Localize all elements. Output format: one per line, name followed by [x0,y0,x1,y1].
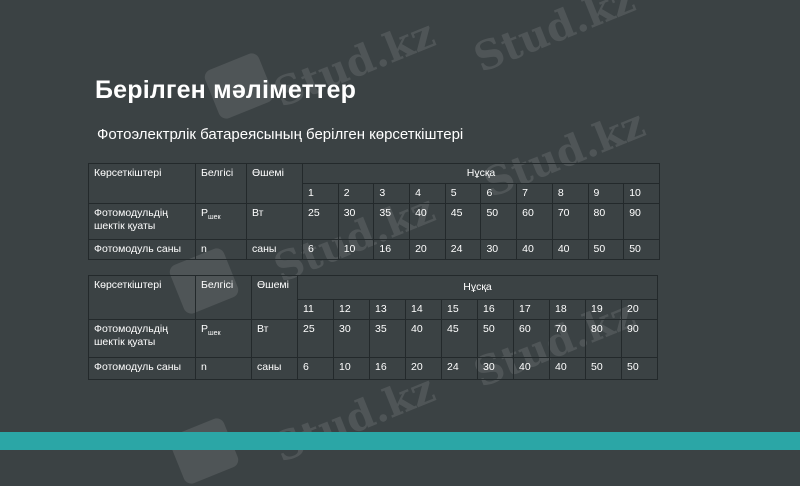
table-cell: 16 [373,239,411,260]
table-cell: 24 [441,357,478,380]
row-unit: саны [246,239,303,260]
variant-number: 16 [477,299,514,320]
table-cell: 50 [621,357,658,380]
variant-number: 11 [297,299,334,320]
row-unit: Вт [251,319,298,358]
variant-number: 8 [551,183,589,204]
table-cell: 10 [333,357,370,380]
watermark: Stud.kz [467,0,642,82]
variant-number: 2 [337,183,375,204]
table-cell: 50 [480,203,518,240]
table-cell: 70 [551,203,589,240]
header-indicator: Көрсеткіштері [88,163,196,204]
watermark-logo-icon [167,416,241,486]
table-cell: 90 [621,319,658,358]
variant-number: 3 [373,183,411,204]
variant-number: 9 [587,183,625,204]
watermark: Stud.kz [267,365,442,472]
variant-number: 1 [302,183,339,204]
variant-number: 18 [549,299,586,320]
table-cell: 60 [513,319,550,358]
table-cell: 45 [441,319,478,358]
data-table-1: Көрсеткіштері Белгісі Өшемі Нұсқа 1 2 3 … [88,163,660,260]
variant-number: 5 [444,183,482,204]
table-cell: 50 [623,239,660,260]
table-cell: 90 [623,203,660,240]
row-label: Фотомодульдің шектік қуаты [88,203,196,240]
row-symbol: Pшек [195,319,252,358]
table-cell: 40 [409,203,446,240]
header-unit: Өшемі [246,163,303,204]
variant-number: 6 [480,183,518,204]
table-cell: 6 [297,357,334,380]
header-indicator: Көрсеткіштері [88,275,196,320]
variant-number: 10 [623,183,660,204]
variant-number: 13 [369,299,406,320]
header-variant: Нұсқа [297,275,658,300]
header-unit: Өшемі [251,275,298,320]
variant-number: 20 [621,299,658,320]
table-cell: 40 [549,357,586,380]
header-symbol: Белгісі [195,163,247,204]
page-subtitle: Фотоэлектрлік батареясының берілген көрс… [97,126,464,143]
variant-number: 4 [409,183,446,204]
table-cell: 45 [444,203,482,240]
table-cell: 50 [477,319,514,358]
row-symbol: Pшек [195,203,247,240]
table-cell: 16 [369,357,406,380]
variant-number: 12 [333,299,370,320]
header-variant: Нұсқа [302,163,660,184]
variant-number: 14 [405,299,442,320]
row-symbol: n [195,357,252,380]
table-cell: 20 [405,357,442,380]
row-unit: саны [251,357,298,380]
table-cell: 50 [585,357,622,380]
table-cell: 40 [405,319,442,358]
table-cell: 30 [333,319,370,358]
table-cell: 70 [549,319,586,358]
table-cell: 50 [587,239,625,260]
table-cell: 25 [302,203,339,240]
row-symbol: n [195,239,247,260]
table-cell: 40 [513,357,550,380]
row-label: Фотомодульдің шектік қуаты [88,319,196,358]
table-cell: 30 [337,203,375,240]
table-cell: 6 [302,239,339,260]
table-cell: 35 [369,319,406,358]
variant-number: 19 [585,299,622,320]
table-cell: 10 [337,239,375,260]
accent-bar [0,432,800,450]
table-cell: 20 [409,239,446,260]
table-cell: 35 [373,203,411,240]
table-cell: 60 [516,203,553,240]
variant-number: 15 [441,299,478,320]
variant-number: 17 [513,299,550,320]
row-unit: Вт [246,203,303,240]
table-cell: 40 [551,239,589,260]
data-table-2: Көрсеткіштері Белгісі Өшемі Нұсқа 11 12 … [88,275,658,380]
table-cell: 40 [516,239,553,260]
header-symbol: Белгісі [195,275,252,320]
table-cell: 24 [444,239,482,260]
row-label: Фотомодуль саны [88,239,196,260]
row-label: Фотомодуль саны [88,357,196,380]
table-cell: 30 [480,239,518,260]
variant-number: 7 [516,183,553,204]
table-cell: 25 [297,319,334,358]
page-title: Берілген мәліметтер [95,76,357,104]
table-cell: 30 [477,357,514,380]
table-cell: 80 [585,319,622,358]
table-cell: 80 [587,203,625,240]
slide: Stud.kz Stud.kz Stud.kz Stud.kz Stud.kz … [0,0,800,486]
